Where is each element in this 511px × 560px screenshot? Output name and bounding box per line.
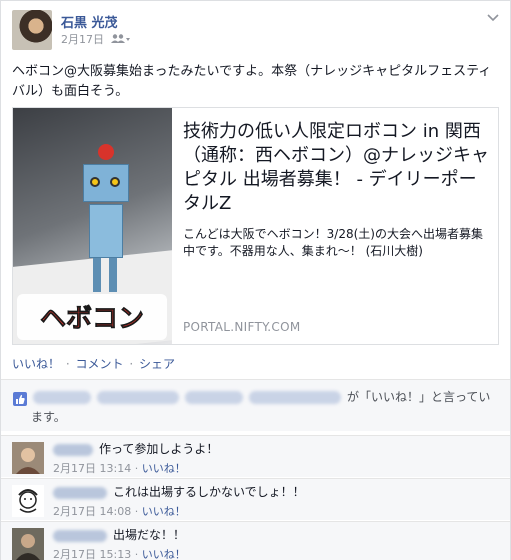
comment-like-link[interactable]: いいね！ xyxy=(142,548,186,560)
comment-date[interactable]: 2月17日 15:13 xyxy=(53,548,131,560)
link-description: こんどは大阪でヘボコン！3/28(土)の大会へ出場者募集中です。不器用な人、集ま… xyxy=(183,227,483,258)
blurred-name[interactable] xyxy=(97,391,179,404)
like-link[interactable]: いいね！ xyxy=(12,357,60,371)
robot-body xyxy=(89,204,123,258)
author-avatar[interactable] xyxy=(12,10,52,50)
commenter-avatar[interactable] xyxy=(12,528,44,560)
comment-meta: 2月17日 13:14 · いいね！ xyxy=(53,462,186,475)
comment-item: これは出場するしかないでしょ！！ 2月17日 14:08 · いいね！ xyxy=(1,478,510,520)
link-preview[interactable]: ヘボコン 技術力の低い人限定ロボコン in 関西（通称：西ヘボコン）@ナレッジキ… xyxy=(12,107,499,345)
robot-head xyxy=(83,164,129,202)
comment-date[interactable]: 2月17日 14:08 xyxy=(53,505,131,518)
link-domain: PORTAL.NIFTY.COM xyxy=(183,320,301,334)
likes-text-continued: ます。 xyxy=(31,410,66,424)
author-name[interactable]: 石黒 光茂 xyxy=(61,12,118,31)
post-actions: いいね！ · コメント · シェア xyxy=(12,357,176,371)
hebocon-logo: ヘボコン xyxy=(17,294,167,340)
comment-text: 出場だな！！ xyxy=(113,528,186,542)
robot-ball xyxy=(98,144,114,160)
post-meta: 2月17日 xyxy=(61,31,130,47)
commenter-avatar[interactable] xyxy=(12,485,44,517)
comment-meta: 2月17日 15:13 · いいね！ xyxy=(53,548,186,560)
commenter-avatar[interactable] xyxy=(12,442,44,474)
likes-summary: が「いいね！」と言ってい ます。 xyxy=(1,379,510,431)
comment-like-link[interactable]: いいね！ xyxy=(142,505,186,518)
link-title[interactable]: 技術力の低い人限定ロボコン in 関西（通称：西ヘボコン）@ナレッジキャピタル … xyxy=(183,120,493,216)
post-card: 石黒 光茂 2月17日 ヘボコン@大阪募集始まったみたいですよ。本祭（ナレッジキ… xyxy=(0,0,511,560)
comment-text: 作って参加しようよ！ xyxy=(99,442,219,456)
blurred-name[interactable] xyxy=(33,391,91,404)
blurred-name[interactable] xyxy=(185,391,243,404)
commenter-name[interactable] xyxy=(53,530,107,542)
comment-link[interactable]: コメント xyxy=(76,357,124,371)
comment-text: これは出場するしかないでしょ！！ xyxy=(113,485,305,499)
like-thumb-icon xyxy=(13,392,27,406)
commenter-name[interactable] xyxy=(53,487,107,499)
comment-meta: 2月17日 14:08 · いいね！ xyxy=(53,505,186,518)
commenter-name[interactable] xyxy=(53,444,93,456)
friends-icon[interactable] xyxy=(110,34,130,44)
link-thumbnail[interactable]: ヘボコン xyxy=(13,108,172,344)
comment-item: 出場だな！！ 2月17日 15:13 · いいね！ xyxy=(1,521,510,560)
comment-date[interactable]: 2月17日 13:14 xyxy=(53,462,131,475)
post-text: ヘボコン@大阪募集始まったみたいですよ。本祭（ナレッジキャピタルフェスティバル）… xyxy=(12,64,492,99)
svg-text:ヘボコン: ヘボコン xyxy=(40,304,144,334)
comment-like-link[interactable]: いいね！ xyxy=(142,462,186,475)
comment-item: 作って参加しようよ！ 2月17日 13:14 · いいね！ xyxy=(1,435,510,477)
share-link[interactable]: シェア xyxy=(139,357,175,371)
blurred-name[interactable] xyxy=(249,391,341,404)
likes-text: が「いいね！」と言ってい xyxy=(347,390,491,404)
post-date[interactable]: 2月17日 xyxy=(61,31,104,47)
chevron-down-icon[interactable] xyxy=(486,11,500,25)
